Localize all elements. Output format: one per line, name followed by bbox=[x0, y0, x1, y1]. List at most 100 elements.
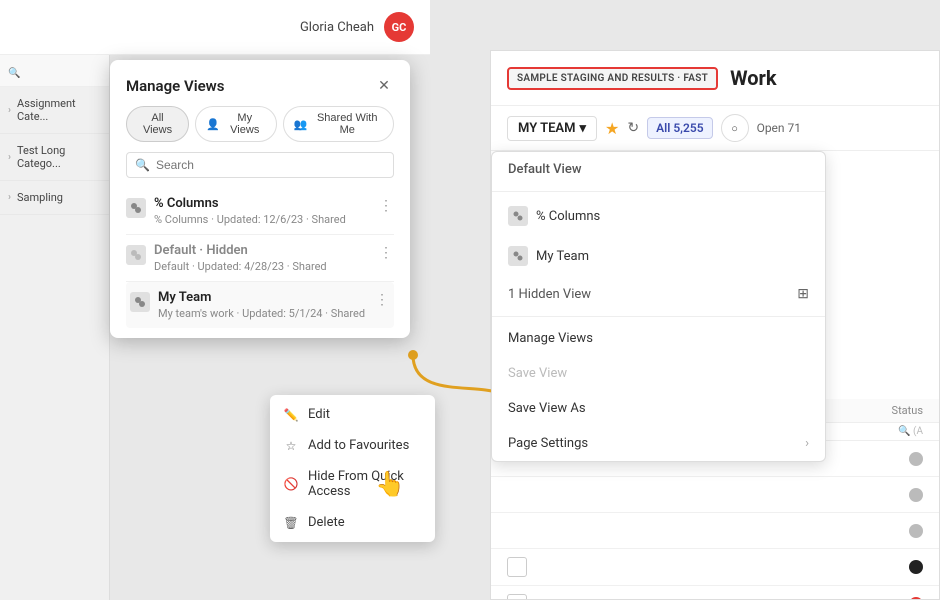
view-name-myteam: My Team bbox=[158, 290, 366, 305]
staging-badge: SAMPLE STAGING AND RESULTS · FAST bbox=[507, 67, 718, 90]
right-header: SAMPLE STAGING AND RESULTS · FAST Work bbox=[491, 51, 939, 106]
favourite-icon[interactable]: ★ bbox=[605, 119, 619, 138]
dropdown-columns[interactable]: % Columns bbox=[492, 196, 825, 236]
dropdown-save-view[interactable]: Save View bbox=[492, 356, 825, 391]
view-desc2: Default · Updated: 4/28/23 · Shared bbox=[154, 260, 370, 273]
tab-shared-label: Shared With Me bbox=[311, 112, 383, 136]
table-row bbox=[491, 513, 939, 549]
save-view-label: Save View bbox=[508, 366, 567, 381]
tab-shared-views[interactable]: 👥 Shared With Me bbox=[283, 106, 394, 142]
view-icon-shared3 bbox=[130, 292, 150, 312]
context-hide[interactable]: 🚫 Hide From Quick Access bbox=[270, 461, 435, 507]
save-view-as-label: Save View As bbox=[508, 401, 586, 416]
row-checkbox[interactable] bbox=[507, 557, 527, 577]
chevron-icon: › bbox=[8, 105, 11, 116]
page-title: Work bbox=[730, 66, 777, 90]
table-row: ⚑ 1 bbox=[491, 586, 939, 600]
team-dropdown[interactable]: MY TEAM ▾ bbox=[507, 116, 597, 141]
chevron-icon: › bbox=[8, 152, 11, 163]
sidebar-item-label: Sampling bbox=[17, 191, 101, 204]
search-input[interactable] bbox=[156, 158, 385, 172]
shared-icon: 👥 bbox=[294, 118, 308, 131]
status-search-area: 🔍 (A bbox=[898, 426, 923, 437]
view-more-button2[interactable]: ⋮ bbox=[378, 245, 394, 261]
search-icon: 🔍 bbox=[135, 158, 150, 172]
close-button[interactable]: ✕ bbox=[374, 76, 394, 96]
status-col-header: Status bbox=[892, 404, 923, 417]
view-meta: · Updated: 12/6/23 · Shared bbox=[211, 213, 346, 226]
views-dropdown: Default View % Columns My Team bbox=[491, 151, 826, 462]
manage-views-label: Manage Views bbox=[508, 331, 593, 346]
star-icon: ☆ bbox=[284, 439, 298, 453]
context-menu: ✏️ Edit ☆ Add to Favourites 🚫 Hide From … bbox=[270, 395, 435, 542]
right-toolbar: MY TEAM ▾ ★ ↻ All 5,255 ○ Open 71 bbox=[491, 106, 939, 151]
context-favourites[interactable]: ☆ Add to Favourites bbox=[270, 430, 435, 461]
refresh-icon[interactable]: ↻ bbox=[627, 120, 639, 136]
dropdown-manage-views[interactable]: Manage Views bbox=[492, 321, 825, 356]
page-settings-label: Page Settings bbox=[508, 436, 588, 451]
dropdown-columns-label: % Columns bbox=[536, 209, 600, 224]
view-more-button3[interactable]: ⋮ bbox=[374, 292, 390, 308]
context-delete[interactable]: 🗑 Delete bbox=[270, 507, 435, 538]
view-meta2: · Updated: 4/28/23 · Shared bbox=[192, 260, 327, 273]
context-edit[interactable]: ✏️ Edit bbox=[270, 399, 435, 430]
delete-icon: 🗑 bbox=[284, 516, 298, 530]
tab-my-views[interactable]: 👤 My Views bbox=[195, 106, 277, 142]
dropdown-myteam[interactable]: My Team bbox=[492, 236, 825, 276]
sidebar-item-label: Assignment Cate... bbox=[17, 97, 101, 123]
view-meta3: · Updated: 5/1/24 · Shared bbox=[237, 307, 366, 320]
row-checkbox2[interactable] bbox=[507, 594, 527, 600]
divider2 bbox=[492, 316, 825, 317]
context-fav-label: Add to Favourites bbox=[308, 438, 409, 453]
dropdown-page-settings[interactable]: Page Settings › bbox=[492, 426, 825, 461]
hidden-view-label: 1 Hidden View bbox=[508, 287, 591, 302]
view-desc-text: % Columns bbox=[154, 213, 208, 226]
search-wrap[interactable]: 🔍 bbox=[126, 152, 394, 178]
view-more-button[interactable]: ⋮ bbox=[378, 198, 394, 214]
dropdown-default-view[interactable]: Default View bbox=[492, 152, 825, 187]
dropdown-hidden-view[interactable]: 1 Hidden View ⊞ bbox=[492, 276, 825, 312]
view-icon-shared2 bbox=[126, 245, 146, 265]
search-row: 🔍 bbox=[110, 152, 410, 188]
top-bar: Gloria Cheah GC bbox=[0, 0, 430, 55]
context-edit-label: Edit bbox=[308, 407, 330, 422]
view-info3: My Team My team's work · Updated: 5/1/24… bbox=[158, 290, 366, 320]
hidden-view-icon: ⊞ bbox=[797, 286, 809, 302]
view-info: Default · Hidden Default · Updated: 4/28… bbox=[154, 243, 370, 273]
table-row bbox=[491, 477, 939, 513]
status-indicator bbox=[909, 524, 923, 538]
team-label: MY TEAM bbox=[518, 121, 575, 136]
sidebar-search-icon: 🔍 bbox=[8, 68, 20, 79]
dropdown-save-view-as[interactable]: Save View As bbox=[492, 391, 825, 426]
sidebar-item-label: Test Long Catego... bbox=[17, 144, 101, 170]
sidebar-item-assignment[interactable]: › Assignment Cate... bbox=[0, 87, 109, 134]
view-name-default: Default · Hidden bbox=[154, 243, 370, 258]
modal-title: Manage Views bbox=[126, 77, 224, 95]
dropdown-icon-row: % Columns bbox=[508, 206, 600, 226]
sidebar-item-test[interactable]: › Test Long Catego... bbox=[0, 134, 109, 181]
dropdown-icon-row2: My Team bbox=[508, 246, 589, 266]
view-item-columns[interactable]: % Columns % Columns · Updated: 12/6/23 ·… bbox=[126, 188, 394, 235]
context-delete-label: Delete bbox=[308, 515, 345, 530]
tabs-row: All Views 👤 My Views 👥 Shared With Me bbox=[110, 106, 410, 152]
view-item-default[interactable]: Default · Hidden Default · Updated: 4/28… bbox=[126, 235, 394, 282]
view-item-myteam[interactable]: My Team My team's work · Updated: 5/1/24… bbox=[126, 282, 394, 328]
divider bbox=[492, 191, 825, 192]
sidebar-item-sampling[interactable]: › Sampling bbox=[0, 181, 109, 215]
left-sidebar: 🔍 › Assignment Cate... › Test Long Categ… bbox=[0, 0, 110, 600]
view-desc: % Columns · Updated: 12/6/23 · Shared bbox=[154, 213, 370, 226]
shared-icon-sm bbox=[508, 206, 528, 226]
tab-all-views[interactable]: All Views bbox=[126, 106, 189, 142]
status-indicator bbox=[909, 488, 923, 502]
chevron-icon: › bbox=[8, 192, 11, 203]
hide-icon: 🚫 bbox=[284, 477, 298, 491]
view-info: % Columns % Columns · Updated: 12/6/23 ·… bbox=[154, 196, 370, 226]
shared-icon-sm2 bbox=[508, 246, 528, 266]
tab-my-views-label: My Views bbox=[224, 112, 266, 136]
avatar[interactable]: GC bbox=[384, 12, 414, 42]
chevron-right-icon: › bbox=[805, 436, 809, 451]
modal-header: Manage Views ✕ bbox=[110, 60, 410, 106]
right-panel: SAMPLE STAGING AND RESULTS · FAST Work M… bbox=[490, 50, 940, 600]
count-badge[interactable]: All 5,255 bbox=[647, 117, 712, 139]
circle-filter-btn[interactable]: ○ bbox=[721, 114, 749, 142]
